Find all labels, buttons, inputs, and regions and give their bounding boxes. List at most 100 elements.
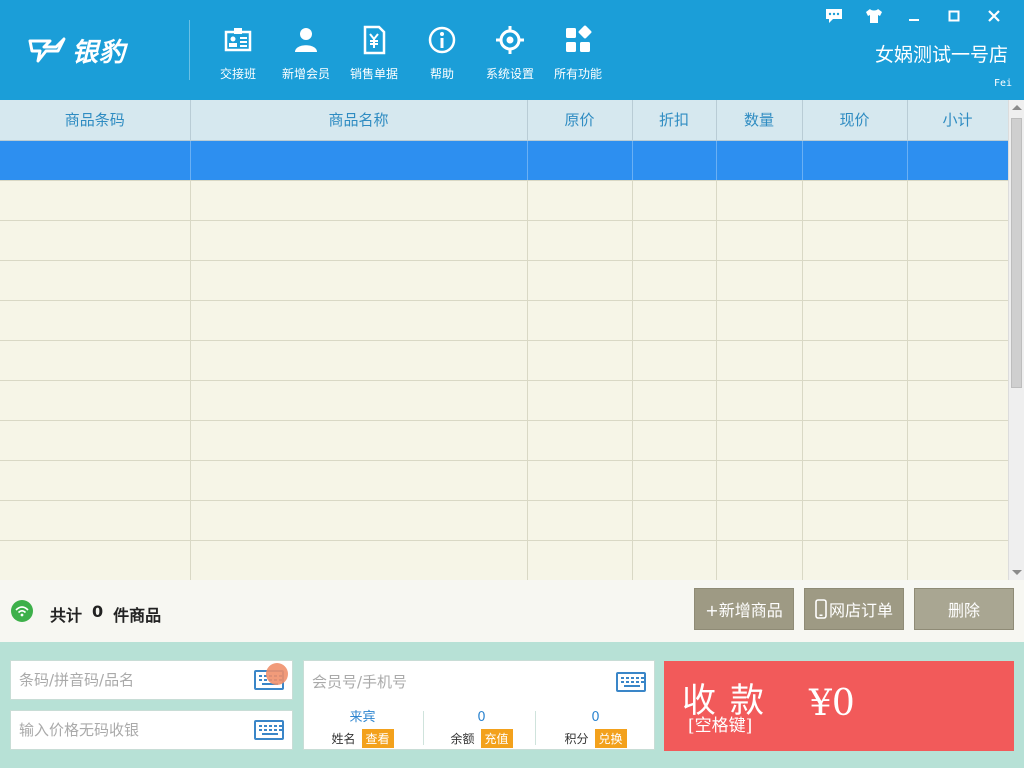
table-cell[interactable] [632,220,717,261]
table-cell[interactable] [907,180,1008,221]
table-row[interactable] [0,380,1008,421]
table-cell[interactable] [0,460,191,501]
member-input[interactable] [304,673,654,691]
column-header-current-price[interactable]: 现价 [802,100,908,141]
table-cell[interactable] [802,380,908,421]
table-cell[interactable] [716,460,803,501]
keyboard-icon[interactable] [616,672,646,692]
table-cell[interactable] [190,140,528,181]
table-cell[interactable] [190,500,528,541]
table-cell[interactable] [802,180,908,221]
table-cell[interactable] [527,460,633,501]
table-cell[interactable] [0,140,191,181]
table-cell[interactable] [716,260,803,301]
table-row[interactable] [0,300,1008,341]
table-cell[interactable] [190,300,528,341]
skin-button[interactable] [854,4,894,28]
keyboard-icon[interactable] [254,720,284,740]
table-cell[interactable] [716,180,803,221]
table-cell[interactable] [632,300,717,341]
add-goods-button[interactable]: +新增商品 [694,588,794,630]
table-cell[interactable] [0,380,191,421]
table-cell[interactable] [632,180,717,221]
table-cell[interactable] [802,500,908,541]
table-cell[interactable] [802,340,908,381]
table-cell[interactable] [716,140,803,181]
scrollbar-thumb[interactable] [1011,118,1022,388]
column-header-original-price[interactable]: 原价 [527,100,633,141]
table-cell[interactable] [190,180,528,221]
table-cell[interactable] [716,380,803,421]
table-cell[interactable] [0,220,191,261]
vertical-scrollbar[interactable] [1008,100,1024,580]
table-cell[interactable] [716,300,803,341]
table-cell[interactable] [190,340,528,381]
toolbar-add-member[interactable]: 新增会员 [272,0,340,100]
table-cell[interactable] [907,340,1008,381]
table-cell[interactable] [802,540,908,580]
table-cell[interactable] [190,540,528,580]
table-row[interactable] [0,220,1008,261]
toolbar-settings[interactable]: 系统设置 [476,0,544,100]
minimize-button[interactable] [894,4,934,28]
scroll-up-arrow-icon[interactable] [1012,105,1022,110]
online-orders-button[interactable]: 网店订单 [804,588,904,630]
scroll-down-arrow-icon[interactable] [1012,570,1022,575]
table-cell[interactable] [802,260,908,301]
view-member-button[interactable]: 查看 [361,729,394,748]
table-cell[interactable] [0,300,191,341]
exchange-points-button[interactable]: 兑换 [594,729,627,748]
table-row[interactable] [0,540,1008,580]
column-header-name[interactable]: 商品名称 [190,100,528,141]
maximize-button[interactable] [934,4,974,28]
table-cell[interactable] [716,540,803,580]
barcode-input[interactable] [11,671,292,689]
table-cell[interactable] [0,340,191,381]
table-cell[interactable] [802,420,908,461]
message-button[interactable] [814,4,854,28]
table-cell[interactable] [632,140,717,181]
table-cell[interactable] [527,540,633,580]
table-cell[interactable] [190,460,528,501]
checkout-button[interactable]: 收款 [空格键] ¥0 [664,661,1014,751]
table-cell[interactable] [716,340,803,381]
table-row[interactable] [0,420,1008,461]
table-cell[interactable] [716,500,803,541]
table-cell[interactable] [907,220,1008,261]
column-header-discount[interactable]: 折扣 [632,100,717,141]
toolbar-shift-handover[interactable]: 交接班 [204,0,272,100]
table-cell[interactable] [632,260,717,301]
table-cell[interactable] [907,140,1008,181]
table-row[interactable] [0,260,1008,301]
table-cell[interactable] [802,220,908,261]
delete-button[interactable]: 删除 [914,588,1014,630]
column-header-barcode[interactable]: 商品条码 [0,100,191,141]
table-cell[interactable] [190,260,528,301]
table-row[interactable] [0,460,1008,501]
column-header-subtotal[interactable]: 小计 [907,100,1008,141]
table-cell[interactable] [190,420,528,461]
table-cell[interactable] [802,140,908,181]
table-cell[interactable] [907,540,1008,580]
table-cell[interactable] [527,260,633,301]
table-cell[interactable] [632,420,717,461]
table-cell[interactable] [0,500,191,541]
table-cell[interactable] [527,300,633,341]
table-cell[interactable] [632,340,717,381]
table-row[interactable] [0,500,1008,541]
table-cell[interactable] [632,540,717,580]
table-cell[interactable] [527,340,633,381]
table-cell[interactable] [0,180,191,221]
table-cell[interactable] [527,180,633,221]
table-cell[interactable] [907,380,1008,421]
table-cell[interactable] [0,420,191,461]
table-cell[interactable] [907,460,1008,501]
table-cell[interactable] [716,420,803,461]
table-cell[interactable] [527,420,633,461]
table-row[interactable] [0,340,1008,381]
table-row[interactable] [0,180,1008,221]
table-cell[interactable] [190,380,528,421]
table-cell[interactable] [907,260,1008,301]
price-input[interactable] [11,721,292,739]
table-cell[interactable] [190,220,528,261]
